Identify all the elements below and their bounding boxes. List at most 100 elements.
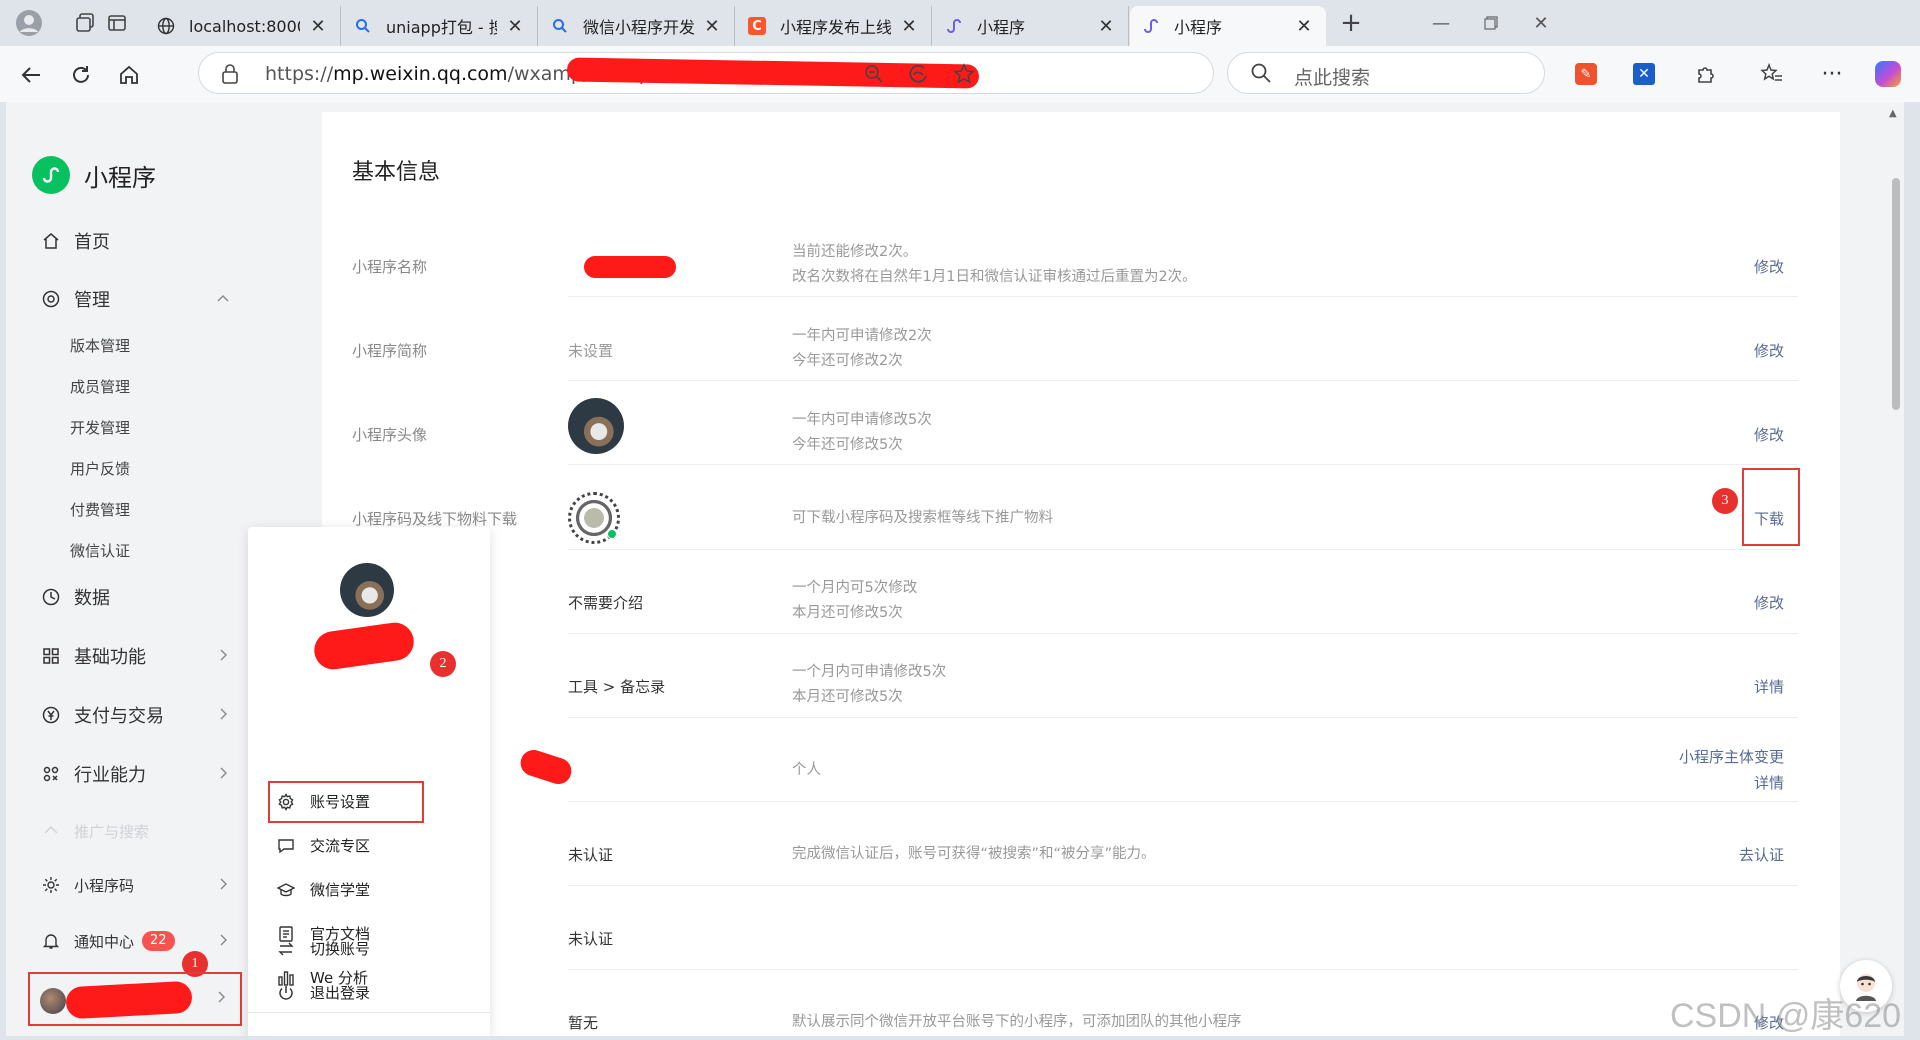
copilot-icon[interactable] — [1872, 58, 1904, 90]
search-icon — [354, 17, 372, 35]
sidebar-sub-members[interactable]: 成员管理 — [70, 376, 130, 397]
account-popup-menu: 2 账号设置 交流专区 微信学堂 官方文档 We 分析 — [248, 527, 490, 1036]
window-close-icon[interactable]: ✕ — [1518, 8, 1564, 38]
address-bar[interactable]: https://mp.weixin.qq.com/wxamp/basicprof… — [198, 52, 1214, 94]
close-tab-icon[interactable]: ✕ — [1096, 16, 1116, 37]
menu-item-logout[interactable]: 退出登录 — [276, 982, 370, 1003]
brand-logo[interactable]: 小程序 — [32, 156, 156, 194]
yen-icon — [40, 704, 62, 726]
sidebar-item-home[interactable]: 首页 — [40, 228, 230, 254]
chevron-up-icon[interactable] — [216, 289, 230, 310]
favorites-list-icon[interactable] — [1756, 58, 1788, 90]
menu-item-label: 交流专区 — [310, 837, 371, 855]
extensions-puzzle-icon[interactable] — [1690, 58, 1722, 90]
home-icon[interactable] — [112, 58, 146, 92]
extension-red-icon[interactable]: ✎ — [1570, 58, 1602, 90]
sidebar-item-industry[interactable]: 行业能力 — [40, 761, 230, 787]
tab-miniprogram-active[interactable]: 小程序 ✕ — [1130, 6, 1326, 46]
close-tab-icon[interactable]: ✕ — [702, 16, 722, 37]
row-label: 小程序名称 — [352, 258, 428, 276]
menu-item-academy[interactable]: 微信学堂 — [276, 879, 370, 900]
redaction-scribble — [517, 746, 575, 788]
step-marker-3: 3 — [1712, 488, 1738, 514]
row-description: 当前还能修改2次。 改名次数将在自然年1月1日和微信认证审核通过后重置为2次。 — [792, 244, 1197, 285]
profile-icon[interactable] — [14, 8, 44, 38]
verify-link[interactable]: 去认证 — [1739, 842, 1784, 868]
row-description: 一个月内可申请修改5次 本月还可修改5次 — [792, 664, 947, 705]
chevron-right-icon — [216, 646, 230, 667]
new-tab-icon[interactable]: + — [1336, 8, 1366, 38]
menu-item-label: 切换账号 — [310, 940, 371, 958]
restore-icon[interactable] — [1468, 8, 1514, 38]
edit-link[interactable]: 修改 — [1754, 590, 1784, 616]
csdn-icon: C — [748, 17, 766, 35]
sidebar-sub-feedback[interactable]: 用户反馈 — [70, 458, 130, 479]
sidebar-sub-verify[interactable]: 微信认证 — [70, 540, 130, 561]
avatar — [340, 563, 394, 617]
search-icon — [551, 17, 569, 35]
avatar — [40, 988, 66, 1014]
tab-search-uniapp[interactable]: uniapp打包 - 搜索 ✕ — [342, 6, 538, 46]
row-label: 小程序简称 — [352, 342, 428, 360]
edit-link[interactable]: 修改 — [1754, 422, 1784, 448]
page-title: 基本信息 — [352, 160, 441, 185]
miniprogram-qrcode — [568, 492, 620, 544]
tab-localhost[interactable]: localhost:8000/leeSxs ✕ — [145, 6, 341, 46]
sidebar-sub-dev[interactable]: 开发管理 — [70, 417, 130, 438]
tab-csdn[interactable]: C 小程序发布上线全流程 ✕ — [736, 6, 932, 46]
sidebar-item-notify[interactable]: 通知中心 22 — [40, 930, 230, 952]
details-link[interactable]: 详情 — [1679, 770, 1784, 796]
edit-link[interactable]: 修改 — [1754, 338, 1784, 364]
account-menu-trigger[interactable] — [28, 972, 242, 1026]
tab-actions-icon[interactable] — [102, 8, 132, 38]
tab-search-wechat[interactable]: 微信小程序开发平台 ✕ — [539, 6, 735, 46]
page-scrollbar[interactable]: ▲ — [1886, 102, 1904, 1036]
lock-icon[interactable] — [221, 63, 239, 89]
row-value: 暂无 — [568, 1014, 599, 1032]
sidebar-sub-payment[interactable]: 付费管理 — [70, 499, 130, 520]
sidebar-item-label: 通知中心 — [74, 932, 135, 951]
close-tab-icon[interactable]: ✕ — [899, 16, 919, 37]
subject-change-link[interactable]: 小程序主体变更 — [1679, 744, 1784, 770]
more-menu-icon[interactable]: ··· — [1816, 58, 1848, 90]
row-divider — [568, 296, 1798, 297]
minimize-icon[interactable]: — — [1418, 8, 1464, 38]
chat-icon — [276, 836, 296, 856]
menu-item-account-settings[interactable]: 账号设置 — [276, 791, 370, 812]
favorite-star-icon[interactable] — [951, 61, 977, 87]
row-description: 一年内可申请修改2次 今年还可修改2次 — [792, 328, 932, 369]
edge-app-icon[interactable] — [905, 61, 931, 87]
zoom-icon[interactable] — [861, 61, 887, 87]
workspaces-icon[interactable] — [70, 8, 100, 38]
sidebar-sub-version[interactable]: 版本管理 — [70, 335, 130, 356]
refresh-icon[interactable] — [64, 58, 98, 92]
tab-title: 小程序 — [1174, 18, 1223, 37]
close-tab-icon[interactable]: ✕ — [505, 16, 525, 37]
browser-search-box[interactable]: 点此搜索 — [1227, 52, 1545, 94]
back-icon[interactable] — [14, 58, 48, 92]
scroll-thumb[interactable] — [1892, 178, 1900, 410]
miniprogram-avatar — [568, 398, 624, 454]
scroll-up-icon[interactable]: ▲ — [1889, 108, 1897, 119]
sidebar-item-basic[interactable]: 基础功能 — [40, 643, 230, 669]
sidebar-item-promo[interactable]: 推广与搜索 — [40, 820, 230, 842]
menu-item-switch-account[interactable]: 切换账号 — [276, 938, 370, 959]
close-tab-icon[interactable]: ✕ — [308, 16, 328, 37]
extension-blue-icon[interactable]: ✕ — [1628, 58, 1660, 90]
sidebar-item-manage[interactable]: 管理 — [40, 286, 230, 312]
details-link[interactable]: 详情 — [1754, 674, 1784, 700]
close-tab-icon[interactable]: ✕ — [1294, 16, 1314, 37]
edit-link[interactable]: 修改 — [1754, 254, 1784, 280]
menu-item-community[interactable]: 交流专区 — [276, 835, 370, 856]
industry-icon — [40, 763, 62, 785]
sidebar-item-data[interactable]: 数据 — [40, 584, 230, 610]
row-divider — [568, 633, 1798, 634]
sidebar-item-qrcode[interactable]: 小程序码 — [40, 874, 230, 896]
sidebar-item-pay[interactable]: 支付与交易 — [40, 702, 230, 728]
clock-chart-icon — [40, 586, 62, 608]
page-content: 小程序 首页 管理 版本管理 成员管理 开发管理 用户反馈 付费管理 微信认证 … — [6, 102, 1904, 1036]
row-divider — [568, 380, 1798, 381]
redaction-scribble — [65, 980, 193, 1020]
tab-miniprogram-1[interactable]: 小程序 ✕ — [933, 6, 1129, 46]
chevron-right-icon — [216, 933, 230, 951]
